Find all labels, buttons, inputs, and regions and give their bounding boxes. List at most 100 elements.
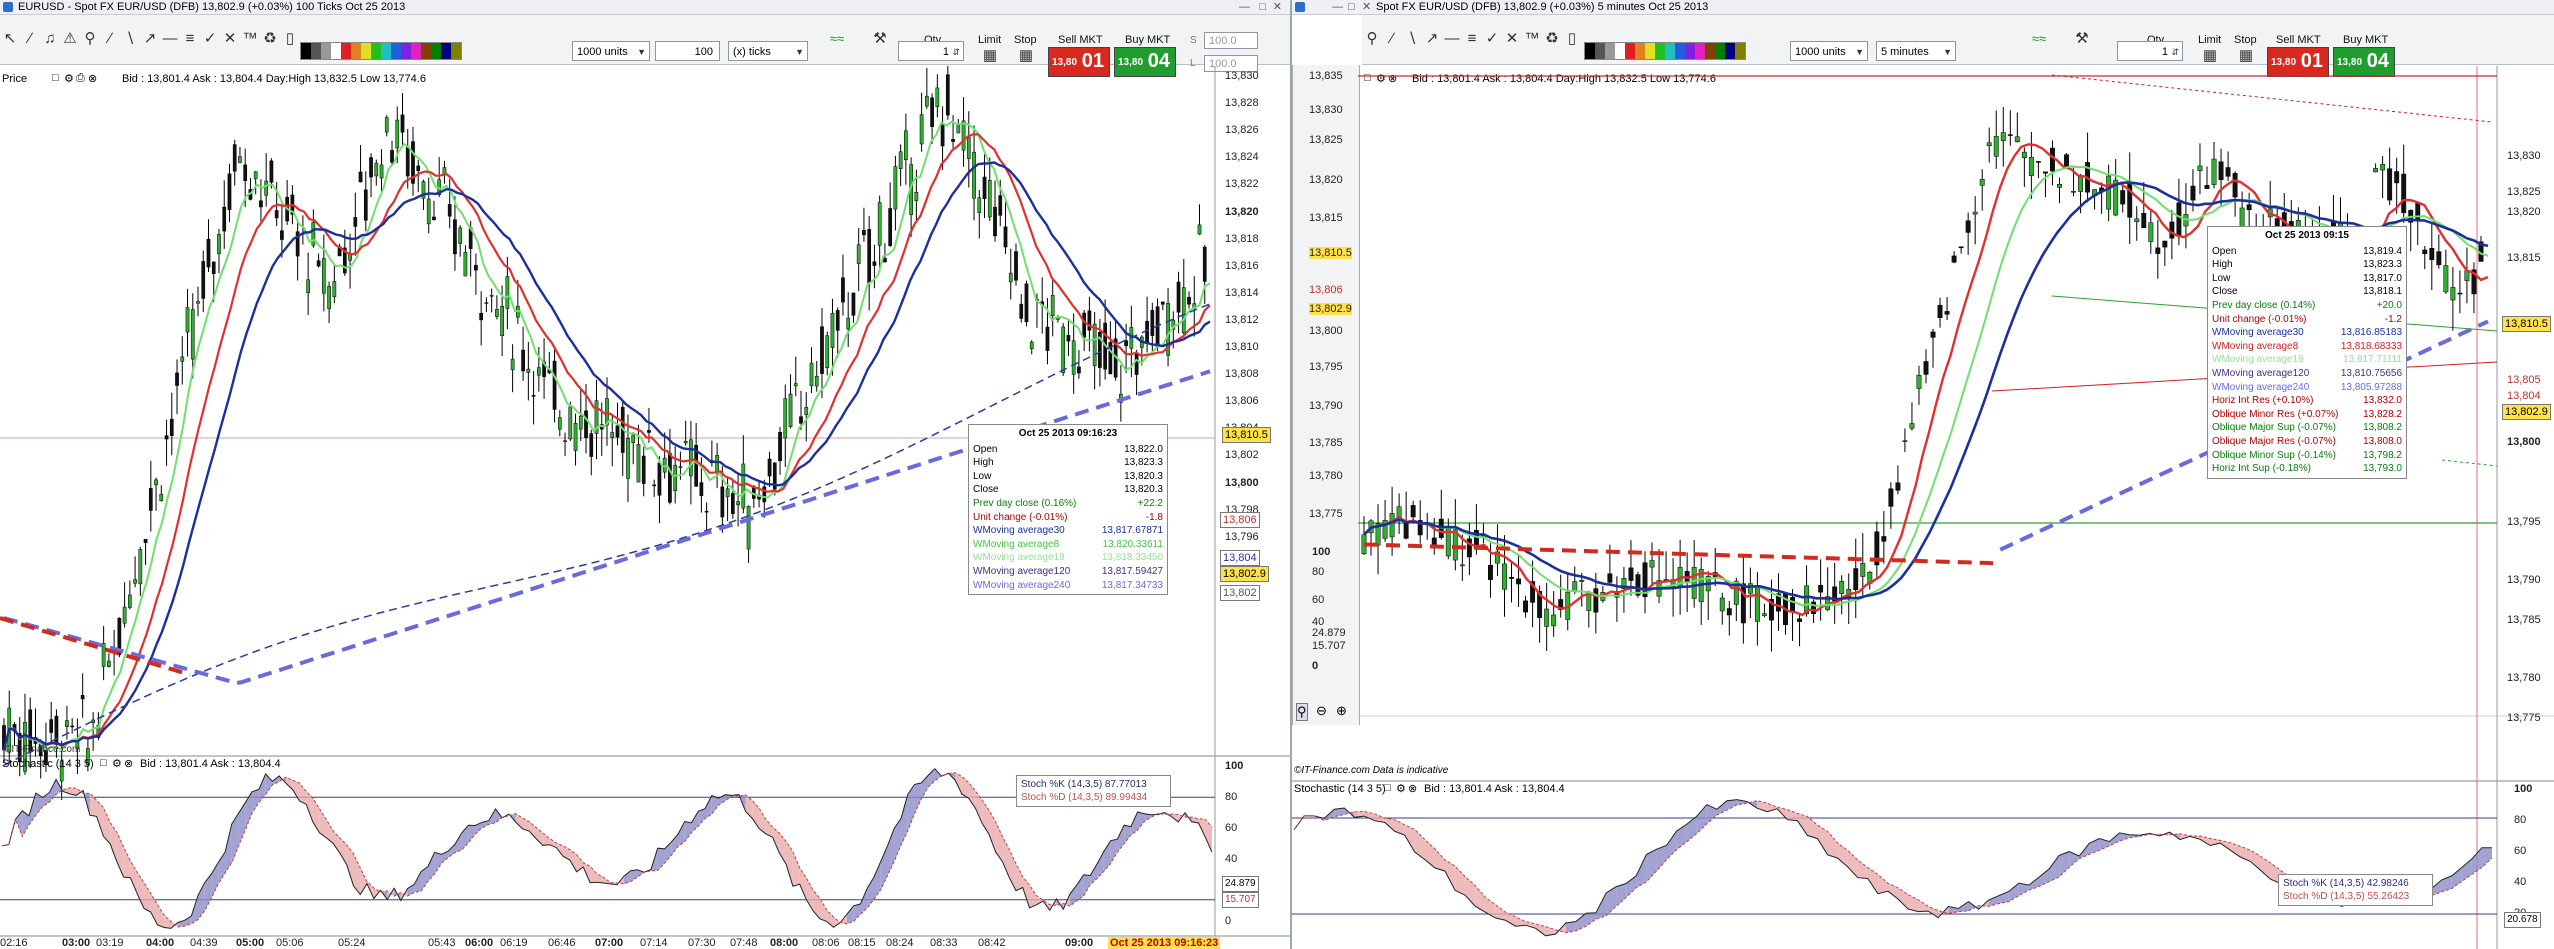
tooltip-key: Horiz Int Res (+0.10%) xyxy=(2212,395,2314,407)
stoch-close-icon[interactable]: ⊗ xyxy=(124,757,133,770)
r-magnifier-icon[interactable]: ⚲ xyxy=(1362,28,1382,50)
tooltip-value: 13,817.59427 xyxy=(1101,565,1163,577)
r-stop-order-icon[interactable]: ▦ xyxy=(2236,45,2256,67)
stoch-fill xyxy=(110,822,117,862)
r-fib-tool-icon[interactable]: ≡ xyxy=(1462,28,1482,50)
r-chart-style-icon[interactable]: ≈≈ xyxy=(2017,28,2061,50)
right-chart-canvas[interactable] xyxy=(1292,66,2554,949)
alert-icon[interactable]: ⚠ xyxy=(60,28,80,50)
candle-body xyxy=(238,156,242,163)
stoch-fill xyxy=(874,861,881,900)
tooltip-key: WMoving average240 xyxy=(973,579,1071,591)
r-candle-body xyxy=(2169,221,2175,239)
candle-body xyxy=(169,418,174,436)
left-stoch-tooltip: Stoch %K (14,3,5) 87.77013 Stoch %D (14,… xyxy=(1016,775,1171,807)
inner-axis-label: 13,790 xyxy=(1309,400,1343,412)
ticks-value-input[interactable]: 100 xyxy=(655,41,720,61)
stoch-fill xyxy=(353,853,361,895)
line-tool-2-icon[interactable]: ∖ xyxy=(120,28,140,50)
r-color-palette[interactable] xyxy=(1584,42,1746,60)
time-axis-label: 06:00 xyxy=(465,937,494,949)
stoch-fill xyxy=(1110,839,1118,864)
units-select[interactable]: 1000 units ▼ xyxy=(572,41,650,61)
channel-tool-icon[interactable]: ✓ xyxy=(200,28,220,50)
r-price-axis-label: 13,780 xyxy=(2507,672,2541,684)
r-candle-body xyxy=(1403,522,1409,539)
time-axis-label: 04:00 xyxy=(146,937,175,949)
trash-icon[interactable]: ♻ xyxy=(260,28,280,50)
tooltip-row: Prev day close (0.14%) +20.0 xyxy=(2212,299,2402,313)
r-horizontal-line-icon[interactable]: — xyxy=(1442,28,1462,50)
line-tool-icon[interactable]: ∕ xyxy=(100,28,120,50)
r-candle-body xyxy=(2042,171,2048,174)
ticks-mode-select[interactable]: (x) ticks ▼ xyxy=(728,41,808,61)
stoch-fill xyxy=(995,821,1003,862)
r-cross-tool-icon[interactable]: ✕ xyxy=(1502,28,1522,50)
tooltip-key: WMoving average30 xyxy=(2212,327,2304,339)
r-stoch-close-icon[interactable]: ⊗ xyxy=(1408,782,1417,795)
r-label-tool-icon[interactable]: ™ xyxy=(1522,28,1542,50)
alert-bell-icon[interactable]: ♫ xyxy=(40,28,60,50)
r-stoch-settings-icon[interactable]: ⚙ xyxy=(1396,782,1406,795)
tooltip-row: WMoving average120 13,817.59427 xyxy=(973,565,1163,579)
candle-body xyxy=(1197,224,1202,235)
candle-body xyxy=(573,422,578,451)
ray-tool-icon[interactable]: ↗ xyxy=(140,28,160,50)
r-trash-icon[interactable]: ♻ xyxy=(1542,28,1562,50)
close-icon[interactable]: ✕ xyxy=(1273,0,1282,14)
minimize-icon[interactable]: — xyxy=(1239,0,1250,14)
stoch-settings-icon[interactable]: ⚙ xyxy=(112,757,122,770)
time-axis-label: 08:00 xyxy=(770,937,799,949)
r-stoch-maximize-icon[interactable]: □ xyxy=(1384,782,1391,794)
stoch-fill xyxy=(914,782,922,814)
r-channel-tool-icon[interactable]: ✓ xyxy=(1482,28,1502,50)
r-candle-body xyxy=(2457,292,2463,295)
r-line-tool-2-icon[interactable]: ∖ xyxy=(1402,28,1422,50)
candle-body xyxy=(788,393,793,427)
close-icon-2[interactable]: ✕ xyxy=(1362,0,1371,14)
magnifier-icon[interactable]: ⚲ xyxy=(80,28,100,50)
qty-input[interactable]: 1 ⇵ xyxy=(898,41,964,61)
label-tool-icon[interactable]: ™ xyxy=(240,28,260,50)
tooltip-value: 13,805.97288 xyxy=(2340,381,2402,393)
zoom-fit-icon[interactable]: ⚲ xyxy=(1296,703,1308,721)
candle-body xyxy=(358,171,363,183)
chart-style-icon[interactable]: ≈≈ xyxy=(815,28,859,50)
tools-wrench-icon[interactable]: ⚒ xyxy=(870,28,890,50)
price-axis-label: 13,816 xyxy=(1225,259,1259,272)
r-candle-body xyxy=(2134,218,2140,223)
r-limit-order-icon[interactable]: ▦ xyxy=(2200,45,2220,67)
pointer-icon[interactable]: ↖ xyxy=(0,28,20,50)
r-qty-input[interactable]: 1 ⇵ xyxy=(2117,41,2183,61)
color-palette[interactable] xyxy=(300,42,462,60)
right-chart-window: Spot FX EUR/USD (DFB) 13,802.9 (+0.03%) … xyxy=(1292,0,2554,949)
r-ray-tool-icon[interactable]: ↗ xyxy=(1422,28,1442,50)
restore-icon[interactable]: □ xyxy=(1259,0,1266,14)
stop-order-icon[interactable]: ▦ xyxy=(1016,45,1036,67)
r-tools-wrench-icon[interactable]: ⚒ xyxy=(2072,28,2092,50)
r-wma240-line xyxy=(1363,542,1994,566)
r-candle-body xyxy=(2232,173,2238,198)
restore-icon-2[interactable]: □ xyxy=(1348,0,1355,14)
oblique-minor-sup-line xyxy=(2441,459,2498,467)
r-units-select[interactable]: 1000 units ▼ xyxy=(1790,41,1868,61)
s-value-input[interactable]: 100.0 xyxy=(1204,32,1258,49)
fib-tool-icon[interactable]: ≡ xyxy=(180,28,200,50)
r-interval-select[interactable]: 5 minutes ▼ xyxy=(1876,41,1956,61)
stoch-maximize-icon[interactable]: □ xyxy=(100,757,107,769)
r-candle-body xyxy=(1979,179,1985,186)
zoom-out-icon[interactable]: ⊖ xyxy=(1316,703,1327,719)
limit-order-icon[interactable]: ▦ xyxy=(980,45,1000,67)
cross-tool-icon[interactable]: ✕ xyxy=(220,28,240,50)
ruler-icon[interactable]: ∕ xyxy=(20,28,40,50)
candle-body xyxy=(232,144,237,172)
zoom-in-icon[interactable]: ⊕ xyxy=(1336,703,1347,719)
r-candle-body xyxy=(2422,249,2428,255)
minimize-icon-2[interactable]: — xyxy=(1332,0,1343,14)
delete-icon[interactable]: ▯ xyxy=(280,28,300,50)
tooltip-value: 13,828.2 xyxy=(2363,408,2402,420)
r-delete-icon[interactable]: ▯ xyxy=(1562,28,1582,50)
r-line-tool-icon[interactable]: ∕ xyxy=(1382,28,1402,50)
tooltip-key: Oblique Minor Sup (-0.14%) xyxy=(2212,449,2336,461)
horizontal-line-icon[interactable]: — xyxy=(160,28,180,50)
